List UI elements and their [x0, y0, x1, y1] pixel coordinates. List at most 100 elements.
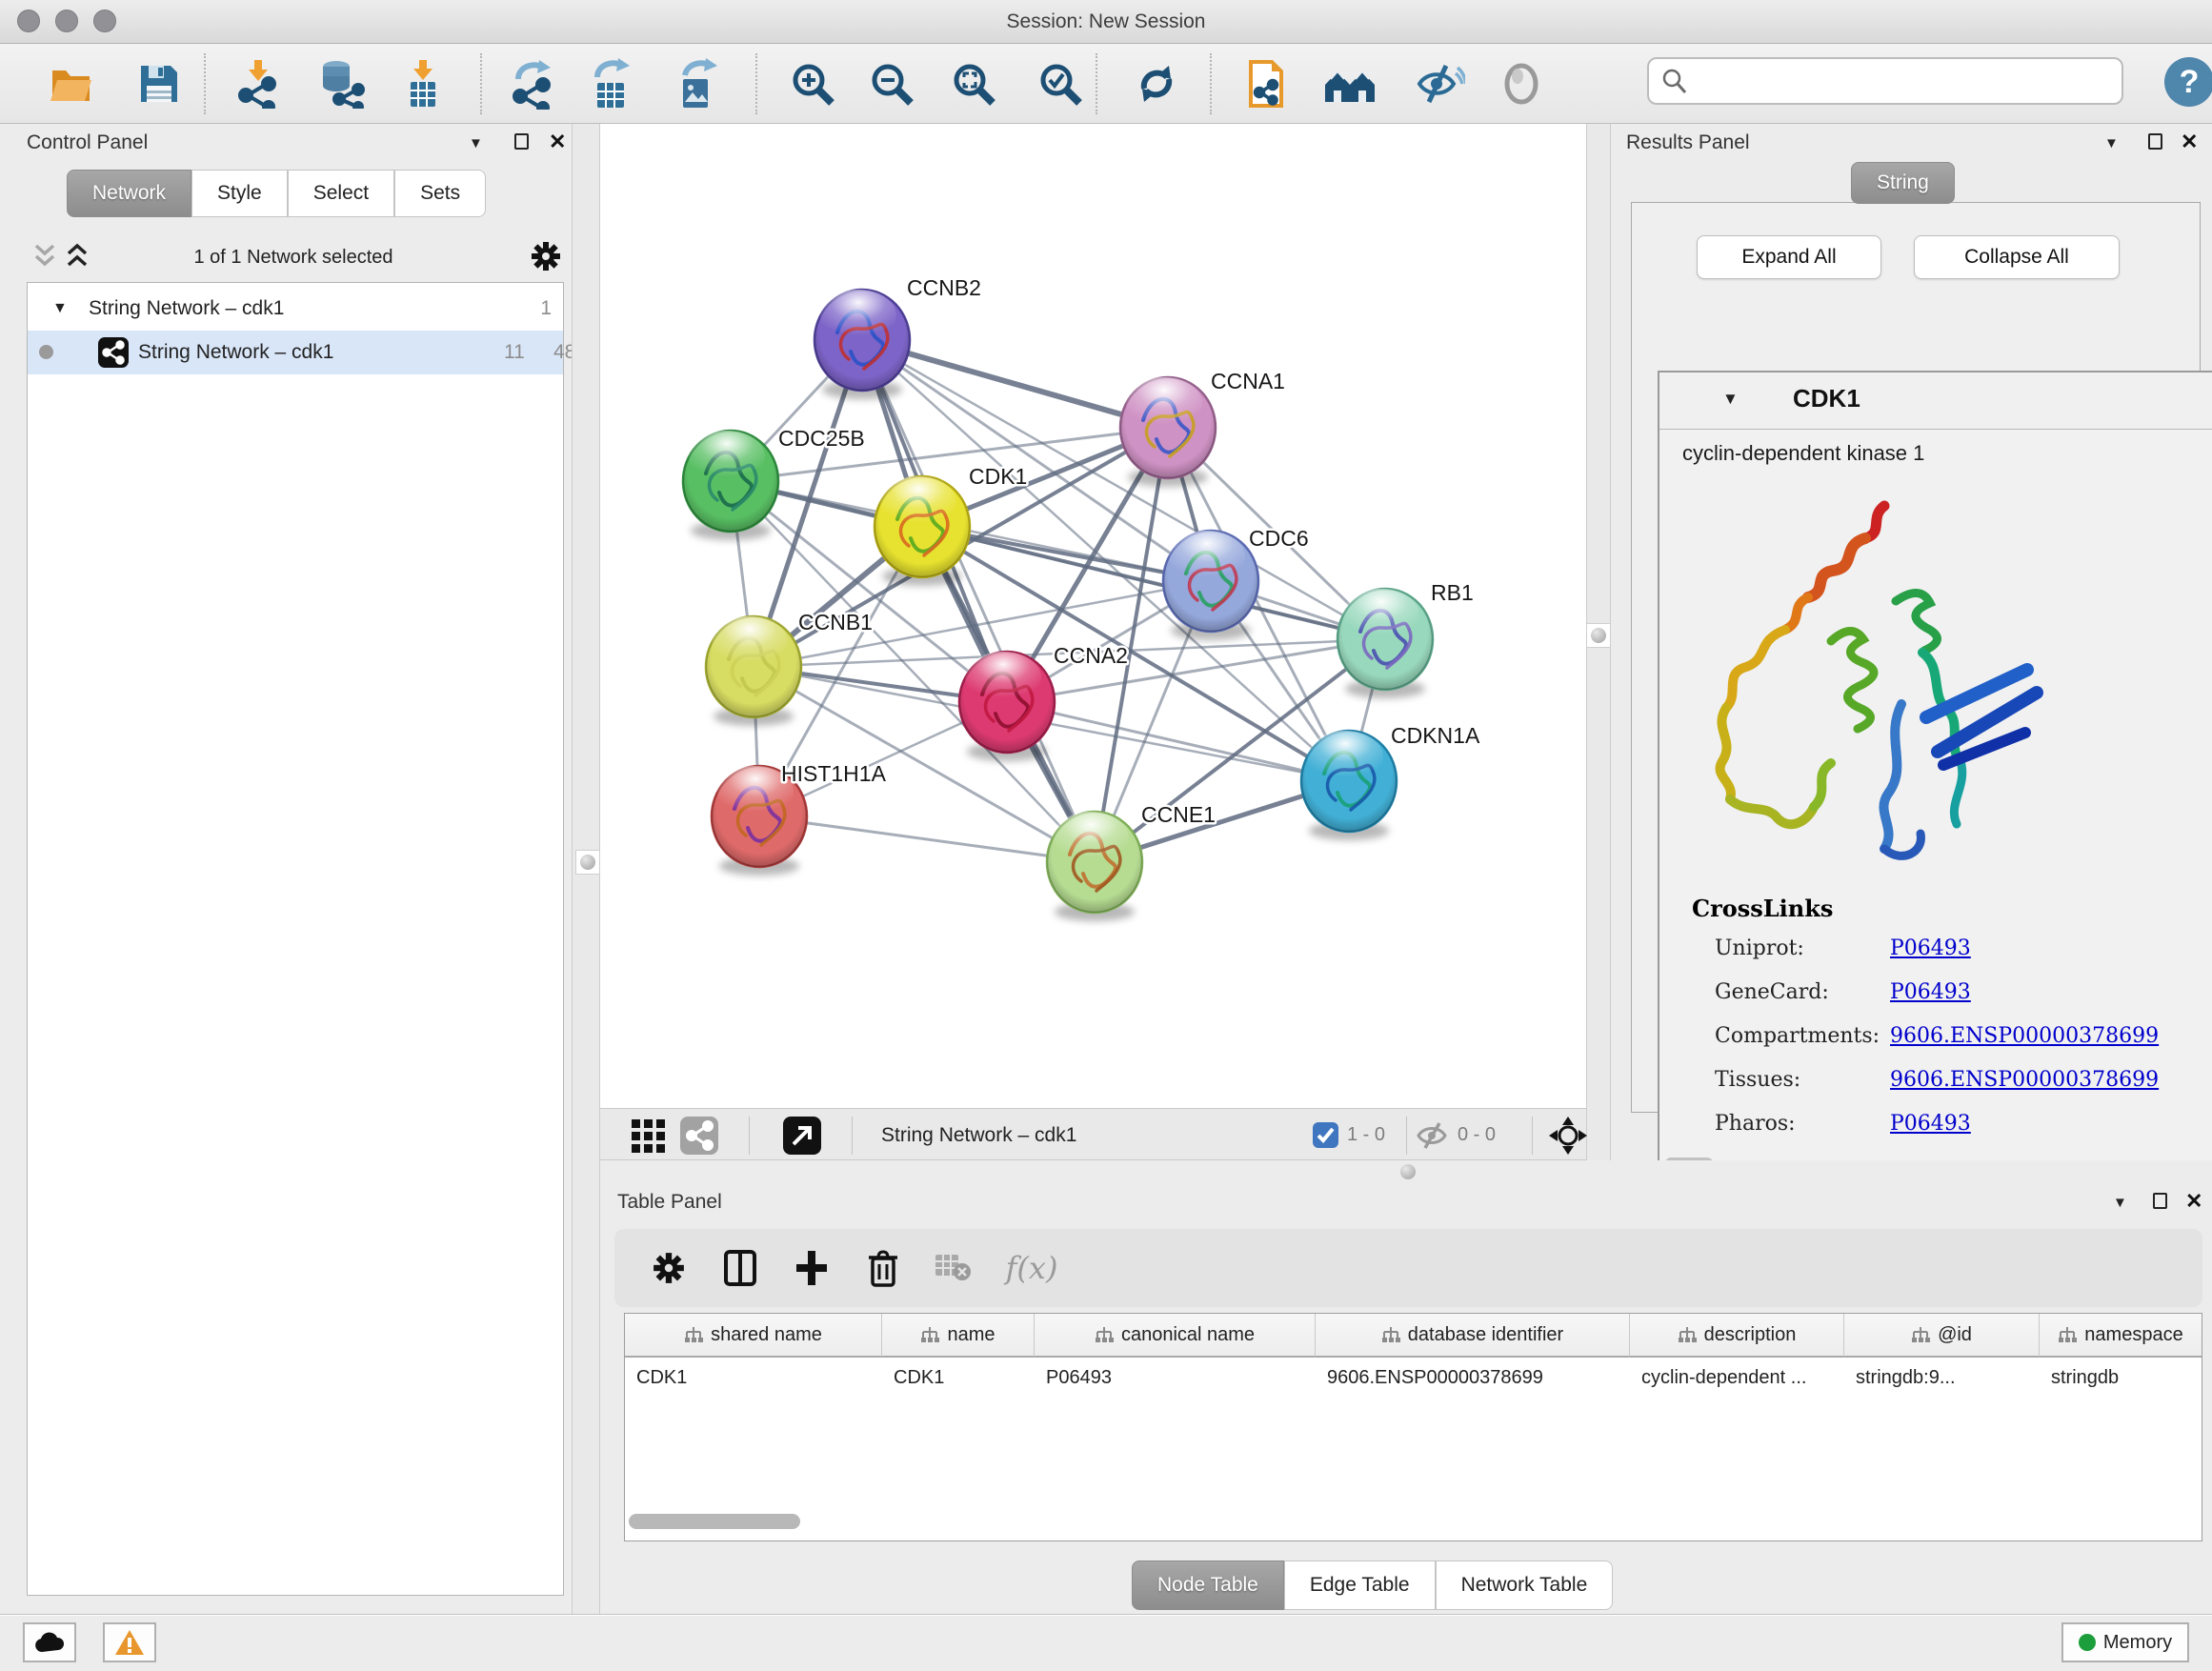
network-node-CCNA2[interactable]: [959, 652, 1055, 761]
table-cell[interactable]: 9606.ENSP00000378699: [1316, 1359, 1630, 1396]
left-splitter-handle[interactable]: [575, 850, 600, 875]
crosslink-link[interactable]: P06493: [1890, 1112, 1971, 1136]
crosslink-link[interactable]: P06493: [1890, 936, 1971, 960]
crosslink-row: GeneCard: P06493: [1715, 980, 2191, 1013]
panel-float-icon[interactable]: [2148, 133, 2162, 150]
network-node-CCNB2[interactable]: [814, 290, 910, 399]
status-bar: Memory: [0, 1614, 2212, 1671]
table-cell[interactable]: P06493: [1035, 1359, 1316, 1396]
network-node-CCNA1[interactable]: [1120, 377, 1216, 487]
zoom-out-icon: [868, 60, 915, 108]
network-view-mode-icon[interactable]: [680, 1117, 718, 1155]
network-node-RB1[interactable]: [1337, 589, 1433, 698]
table-cell[interactable]: cyclin-dependent ...: [1630, 1359, 1844, 1396]
network-node-CDC25B[interactable]: [683, 431, 778, 540]
network-node-CCNB1[interactable]: [706, 616, 801, 726]
table-cell[interactable]: stringdb:9...: [1844, 1359, 2040, 1396]
crosslink-row: Compartments: 9606.ENSP00000378699: [1715, 1024, 2191, 1057]
column-header[interactable]: database identifier: [1316, 1314, 1630, 1358]
table-cell[interactable]: stringdb: [2040, 1359, 2202, 1396]
open-session-button[interactable]: [45, 57, 98, 111]
import-network-from-file-button[interactable]: [231, 57, 285, 111]
column-header[interactable]: description: [1630, 1314, 1844, 1358]
crosslink-link[interactable]: 9606.ENSP00000378699: [1890, 1024, 2159, 1048]
column-header[interactable]: name: [882, 1314, 1035, 1358]
tab-node-table[interactable]: Node Table: [1132, 1560, 1284, 1610]
panel-close-icon[interactable]: ✕: [2185, 1189, 2202, 1214]
table-cell[interactable]: CDK1: [882, 1359, 1035, 1396]
column-header[interactable]: shared name: [625, 1314, 882, 1358]
panel-menu-icon[interactable]: ▼: [2104, 135, 2119, 151]
show-columns-button[interactable]: [714, 1242, 766, 1294]
bottom-splitter-handle[interactable]: [1400, 1164, 1416, 1179]
collapse-all-button[interactable]: Collapse All: [1914, 235, 2120, 279]
help-button[interactable]: ?: [2164, 57, 2212, 107]
tree-expand-icon[interactable]: ▼: [52, 287, 68, 331]
panel-menu-icon[interactable]: ▼: [469, 135, 483, 151]
tab-select[interactable]: Select: [288, 170, 394, 217]
grid-view-icon[interactable]: [631, 1118, 667, 1153]
search-field[interactable]: [1647, 57, 2123, 105]
tab-sets[interactable]: Sets: [394, 170, 486, 217]
network-graph[interactable]: CCNB2CCNA1CDC25BCDK1CDC6RB1CCNB1CCNA2CDK…: [600, 124, 1587, 1108]
zoom-out-button[interactable]: [865, 57, 918, 111]
tab-network-table[interactable]: Network Table: [1436, 1560, 1614, 1610]
export-image-button[interactable]: [672, 57, 725, 111]
tab-style[interactable]: Style: [191, 170, 288, 217]
zoom-fit-button[interactable]: [947, 57, 1000, 111]
column-header[interactable]: namespace: [2040, 1314, 2202, 1358]
expand-all-icon[interactable]: [63, 242, 91, 271]
show-all-button[interactable]: [1495, 57, 1548, 111]
tab-network[interactable]: Network: [67, 170, 191, 217]
import-table-button[interactable]: [396, 57, 450, 111]
collapse-all-icon[interactable]: [30, 242, 59, 271]
panel-float-icon[interactable]: [2153, 1193, 2167, 1209]
delete-column-button[interactable]: [857, 1242, 909, 1294]
warnings-button[interactable]: [103, 1622, 156, 1662]
node-label-CCNB1: CCNB1: [798, 610, 873, 634]
network-node-CDC6[interactable]: [1163, 531, 1258, 640]
column-header[interactable]: canonical name: [1035, 1314, 1316, 1358]
cloud-button[interactable]: [23, 1622, 76, 1662]
collapse-gene-icon[interactable]: ▼: [1722, 390, 1739, 409]
panel-menu-icon[interactable]: ▼: [2113, 1195, 2127, 1211]
tab-string[interactable]: String: [1851, 162, 1955, 204]
export-network-button[interactable]: [507, 57, 560, 111]
panel-float-icon[interactable]: [514, 133, 529, 150]
search-input[interactable]: [1689, 70, 2122, 93]
apply-layout-button[interactable]: [1130, 57, 1183, 111]
crosslink-link[interactable]: 9606.ENSP00000378699: [1890, 1068, 2159, 1092]
network-canvas[interactable]: CCNB2CCNA1CDC25BCDK1CDC6RB1CCNB1CCNA2CDK…: [600, 124, 1587, 1108]
table-cell[interactable]: CDK1: [625, 1359, 882, 1396]
first-neighbors-button[interactable]: [1323, 57, 1377, 111]
birds-eye-toggle-icon[interactable]: [1549, 1117, 1587, 1155]
table-settings-button[interactable]: [643, 1242, 694, 1294]
crosslink-link[interactable]: P06493: [1890, 980, 1971, 1004]
create-column-button[interactable]: [786, 1242, 837, 1294]
network-node-CDKN1A[interactable]: [1301, 731, 1397, 840]
memory-button[interactable]: Memory: [2061, 1622, 2189, 1662]
network-view-toolbar: String Network – cdk1 1 - 0 0 - 0: [600, 1108, 1587, 1160]
zoom-selected-button[interactable]: [1034, 57, 1087, 111]
panel-close-icon[interactable]: ✕: [549, 130, 566, 154]
panel-close-icon[interactable]: ✕: [2181, 130, 2198, 154]
detach-view-icon[interactable]: [783, 1117, 821, 1155]
network-row-selected[interactable]: String Network – cdk1 11 48: [28, 331, 563, 374]
new-network-from-selection-button[interactable]: [1240, 57, 1294, 111]
right-splitter-handle[interactable]: [1586, 623, 1611, 648]
tab-edge-table[interactable]: Edge Table: [1284, 1560, 1436, 1610]
network-node-CCNE1[interactable]: [1047, 812, 1142, 921]
save-session-button[interactable]: [132, 57, 186, 111]
gear-icon[interactable]: [530, 240, 562, 272]
import-network-from-database-button[interactable]: [313, 57, 367, 111]
network-collection-row[interactable]: ▼ String Network – cdk1 1: [28, 287, 563, 331]
column-header[interactable]: @id: [1844, 1314, 2040, 1358]
zoom-in-button[interactable]: [786, 57, 839, 111]
selected-checkbox[interactable]: [1313, 1122, 1338, 1148]
gene-card-header[interactable]: ▼ CDK1: [1659, 372, 2212, 430]
table-horizontal-scrollbar[interactable]: [629, 1514, 800, 1529]
expand-all-button[interactable]: Expand All: [1697, 235, 1881, 279]
hide-selected-button[interactable]: [1413, 57, 1466, 111]
title-bar: Session: New Session: [0, 0, 2212, 44]
export-table-button[interactable]: [586, 57, 639, 111]
